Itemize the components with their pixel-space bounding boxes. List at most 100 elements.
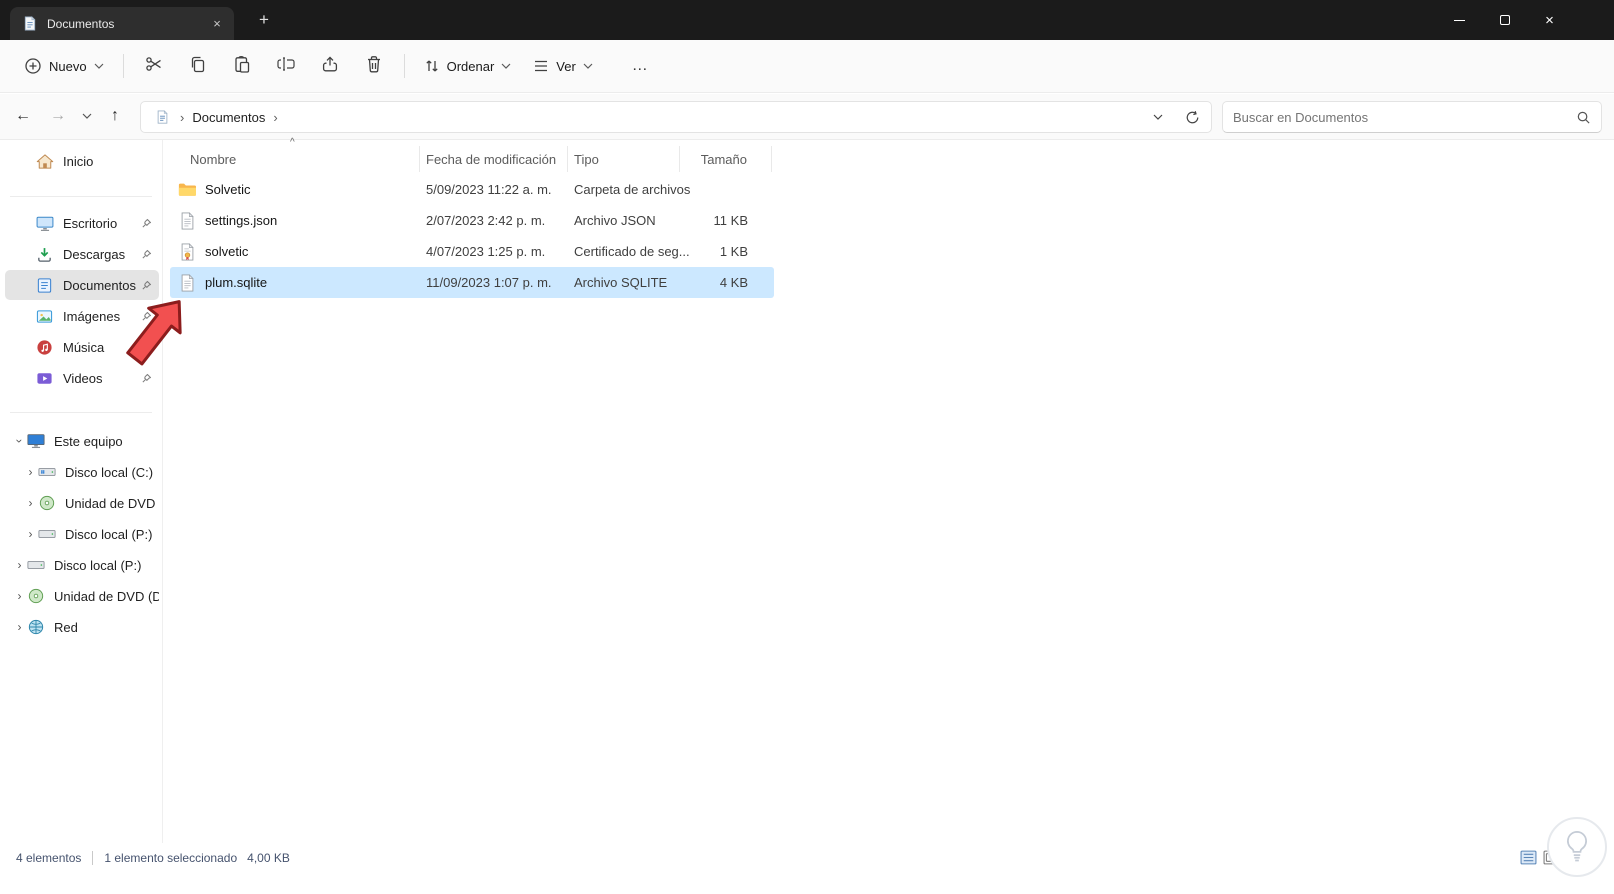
chevron-collapsed-icon[interactable]: › [13,558,26,572]
new-button[interactable]: Nuevo [14,48,114,84]
location-icon [153,110,172,124]
share-icon [321,55,339,78]
file-row-solvetic-cert[interactable]: solvetic 4/07/2023 1:25 p. m. Certificad… [170,236,774,267]
up-button[interactable]: ↑ [100,101,130,131]
selection-count: 1 elemento seleccionado [104,851,238,865]
sidebar-item-disco-local-c[interactable]: › Disco local (C:) [5,457,159,487]
cut-button[interactable] [133,48,175,84]
paste-button[interactable] [221,48,263,84]
tab-title: Documentos [47,16,115,31]
close-button[interactable]: × [1527,0,1572,40]
file-row-plum-sqlite[interactable]: plum.sqlite 11/09/2023 1:07 p. m. Archiv… [170,267,774,298]
column-header-tipo[interactable]: Tipo [568,146,680,172]
copy-button[interactable] [177,48,219,84]
items-count: 4 elementos [16,851,82,865]
recent-locations-button[interactable] [76,101,98,131]
paste-icon [233,55,251,78]
search-input[interactable] [1233,109,1576,125]
this-pc-icon [26,433,45,449]
pin-icon [141,311,152,322]
address-dropdown-button[interactable] [1145,104,1171,130]
column-headers: Nombre Fecha de modificación Tipo Tamaño [170,146,774,172]
sidebar-item-escritorio[interactable]: Escritorio [5,208,159,238]
window-controls: × [1437,0,1572,40]
view-icon [533,59,549,73]
toolbar-separator [122,54,124,78]
new-icon [24,57,42,75]
details-view-button[interactable] [1520,850,1537,865]
tab-close-button[interactable]: × [208,15,226,33]
maximize-button[interactable] [1482,0,1527,40]
forward-button[interactable]: → [43,101,73,131]
sidebar-item-videos[interactable]: Videos [5,363,159,393]
column-header-tamano[interactable]: Tamaño [680,146,772,172]
rename-button[interactable] [265,48,307,84]
search-box[interactable] [1222,101,1602,133]
back-button[interactable]: ← [8,101,38,131]
address-bar[interactable]: › Documentos › [140,101,1212,133]
lightbulb-icon [1567,831,1587,862]
chevron-collapsed-icon[interactable]: › [24,465,37,479]
selection-size: 4,00 KB [247,851,290,865]
chevron-collapsed-icon[interactable]: › [24,527,37,541]
more-options-button[interactable]: … [619,48,661,84]
chevron-down-icon [94,63,104,69]
tab-documentos[interactable]: Documentos × [10,7,234,40]
status-bar: 4 elementos 1 elemento seleccionado 4,00… [0,843,1614,873]
file-icon [178,211,196,230]
drive-icon [37,528,56,540]
chevron-down-icon [501,63,511,69]
sidebar-item-disco-local-p-2[interactable]: › Disco local (P:) [5,550,159,580]
view-button-label: Ver [556,58,576,74]
sidebar-item-inicio[interactable]: Inicio [5,146,159,176]
chevron-collapsed-icon[interactable]: › [13,620,26,634]
explorer-window: Documentos × + × Nuevo Ordenar Ver … ← →… [0,0,1614,894]
sidebar-item-documentos[interactable]: Documentos [5,270,159,300]
sort-button[interactable]: Ordenar [414,48,522,84]
network-icon [26,619,45,635]
trash-icon [366,55,382,78]
view-button[interactable]: Ver [523,48,603,84]
sidebar-item-este-equipo[interactable]: › Este equipo [5,426,159,456]
sidebar-item-red[interactable]: › Red [5,612,159,642]
new-button-label: Nuevo [49,58,87,74]
maximize-icon [1499,15,1510,25]
folder-icon [178,182,196,197]
pin-icon [141,280,152,291]
pin-icon [141,342,152,353]
column-header-fecha[interactable]: Fecha de modificación [420,146,568,172]
sort-button-label: Ordenar [446,58,495,74]
chevron-collapsed-icon[interactable]: › [24,496,37,510]
chevron-collapsed-icon[interactable]: › [13,589,26,603]
sidebar-item-imagenes[interactable]: Imágenes [5,301,159,331]
chevron-expanded-icon[interactable]: › [13,435,27,448]
downloads-icon [35,246,54,263]
file-list: ^ Nombre Fecha de modificación Tipo Tama… [170,137,774,298]
sidebar-item-unidad-dvd-2[interactable]: › Unidad de DVD (D:) [5,581,160,611]
sort-ascending-icon: ^ [290,137,295,148]
minimize-icon [1454,19,1465,21]
pictures-icon [35,308,54,325]
column-header-nombre[interactable]: Nombre [170,146,420,172]
breadcrumb-item-documentos[interactable]: Documentos [192,110,265,125]
file-row-settings-json[interactable]: settings.json 2/07/2023 2:42 p. m. Archi… [170,205,774,236]
sidebar-item-unidad-dvd-1[interactable]: › Unidad de DVD (D [5,488,160,518]
sidebar-item-musica[interactable]: Música [5,332,159,362]
refresh-button[interactable] [1179,104,1205,130]
lightbulb-watermark [1547,817,1607,877]
titlebar: Documentos × + × [0,0,1614,40]
breadcrumb-separator: › [180,109,185,125]
rename-icon [276,56,296,77]
home-icon [35,153,54,170]
chevron-down-icon [583,63,593,69]
file-row-solvetic-folder[interactable]: Solvetic 5/09/2023 11:22 a. m. Carpeta d… [170,174,774,205]
toolbar-separator [403,54,405,78]
sidebar-item-disco-local-p-1[interactable]: › Disco local (P:) [5,519,159,549]
sidebar-item-descargas[interactable]: Descargas [5,239,159,269]
videos-icon [35,370,54,387]
new-tab-button[interactable]: + [252,9,276,33]
share-button[interactable] [309,48,351,84]
search-icon[interactable] [1576,110,1591,125]
minimize-button[interactable] [1437,0,1482,40]
delete-button[interactable] [353,48,395,84]
